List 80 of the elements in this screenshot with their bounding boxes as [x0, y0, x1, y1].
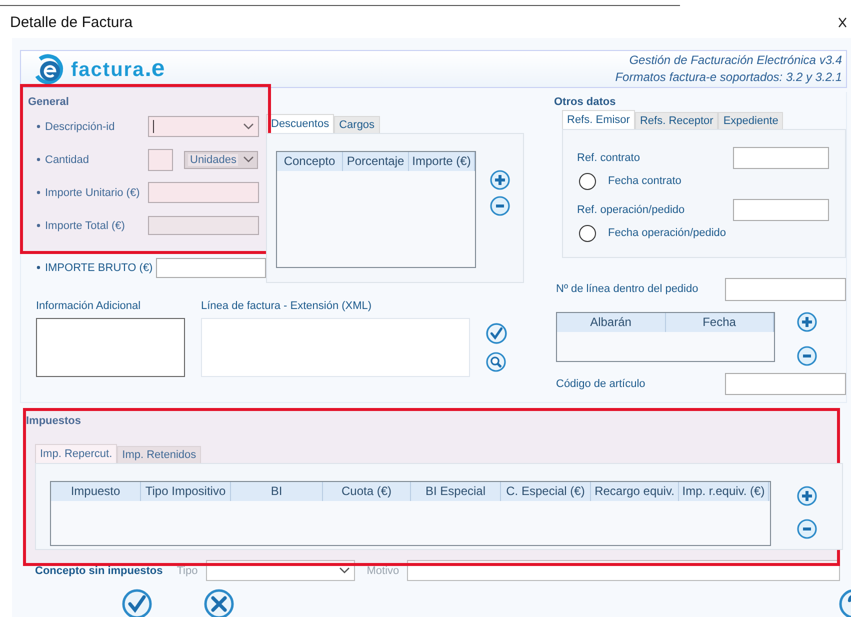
input-field[interactable]: [725, 373, 846, 395]
input-field[interactable]: [733, 147, 829, 169]
tab[interactable]: Imp. Retenidos: [117, 446, 202, 463]
column-header: Impuesto: [51, 482, 141, 501]
input-field[interactable]: [156, 258, 266, 278]
validate-button[interactable]: [486, 323, 507, 344]
remove-button[interactable]: [797, 519, 817, 539]
tab[interactable]: Expediente: [718, 112, 784, 129]
column-header: Porcentaje: [343, 152, 409, 171]
field-label: Motivo: [366, 564, 400, 576]
minus-icon: [490, 196, 510, 216]
column-header: Albarán: [557, 313, 666, 332]
field-label: Importe Total (€): [45, 220, 126, 232]
field-label: Concepto sin impuestos: [35, 564, 163, 576]
column-header: BI: [231, 482, 323, 501]
tab[interactable]: Refs. Receptor: [634, 112, 718, 129]
add-button[interactable]: [797, 312, 817, 332]
cancel-button[interactable]: [204, 589, 234, 617]
column-header: C. Especial (€): [501, 482, 591, 501]
chevron-down-icon: [243, 156, 254, 163]
column-header: Importe (€): [409, 152, 475, 171]
header-text: Formatos factura-e soportados: 3.2 y 3.2.1: [615, 69, 842, 86]
accept-button[interactable]: [122, 589, 152, 617]
plus-icon: [490, 170, 510, 190]
tab[interactable]: Cargos: [334, 116, 380, 133]
remove-button[interactable]: [797, 346, 817, 366]
radio-button[interactable]: [579, 172, 596, 190]
field-label: Importe Unitario (€): [45, 186, 141, 198]
field-label: Ref. operación/pedido: [577, 204, 685, 216]
text-area[interactable]: [36, 318, 185, 377]
logo-suffix: .e: [144, 55, 165, 82]
field-label: Nº de línea dentro del pedido: [556, 283, 698, 295]
plus-icon: [797, 312, 817, 332]
column-header: Imp. r.equiv. (€): [679, 482, 769, 501]
column-header: Concepto: [277, 152, 343, 171]
tab[interactable]: Refs. Emisor: [562, 110, 635, 129]
column-header: Fecha: [666, 313, 774, 332]
radio-label: Fecha contrato: [608, 175, 682, 187]
minus-icon: [797, 519, 817, 539]
input-field[interactable]: [725, 278, 846, 300]
search-button[interactable]: [486, 352, 506, 372]
column-header: Cuota (€): [323, 482, 411, 501]
column-header: Tipo Impositivo: [141, 482, 231, 501]
logo-text: factura: [71, 59, 145, 81]
search-icon: [486, 352, 506, 372]
field-label: Información Adicional: [36, 300, 141, 312]
type-select[interactable]: [206, 560, 355, 581]
check-icon: [486, 323, 507, 344]
window-title: Detalle de Factura: [10, 14, 133, 30]
field-label: Ref. contrato: [577, 152, 640, 164]
field-label: Línea de factura - Extensión (XML): [201, 300, 372, 312]
section-title: Otros datos: [554, 95, 617, 110]
radio-button[interactable]: [579, 224, 596, 242]
input-field[interactable]: [733, 199, 829, 221]
tab[interactable]: Imp. Repercut.: [35, 444, 118, 463]
add-button[interactable]: [490, 170, 510, 190]
chevron-down-icon: [243, 123, 254, 130]
column-header: Recargo equiv.: [591, 482, 679, 501]
section-title: General: [28, 95, 70, 110]
field-label: Tipo: [176, 564, 198, 576]
header-text: Gestión de Facturación Electrónica v3.4: [628, 52, 842, 69]
close-icon[interactable]: [838, 16, 847, 28]
remove-button[interactable]: [490, 196, 510, 216]
input-field[interactable]: [148, 182, 259, 203]
chevron-down-icon: [338, 567, 350, 574]
unit-select[interactable]: Unidades: [184, 150, 258, 168]
section-title: Impuestos: [25, 414, 82, 429]
input-field[interactable]: [148, 216, 259, 235]
input-field[interactable]: [407, 560, 840, 581]
quantity-field[interactable]: [148, 148, 173, 170]
tab[interactable]: Descuentos: [266, 114, 334, 133]
column-header: BI Especial: [411, 482, 501, 501]
radio-label: Fecha operación/pedido: [608, 227, 726, 239]
field-label: IMPORTE BRUTO (€): [44, 262, 152, 274]
minus-icon: [797, 346, 817, 366]
plus-icon: [797, 486, 817, 506]
add-button[interactable]: [797, 486, 817, 506]
field-label: Cantidad: [45, 154, 90, 166]
field-label: Descripción-id: [45, 120, 116, 132]
field-label: Código de artículo: [556, 378, 646, 390]
